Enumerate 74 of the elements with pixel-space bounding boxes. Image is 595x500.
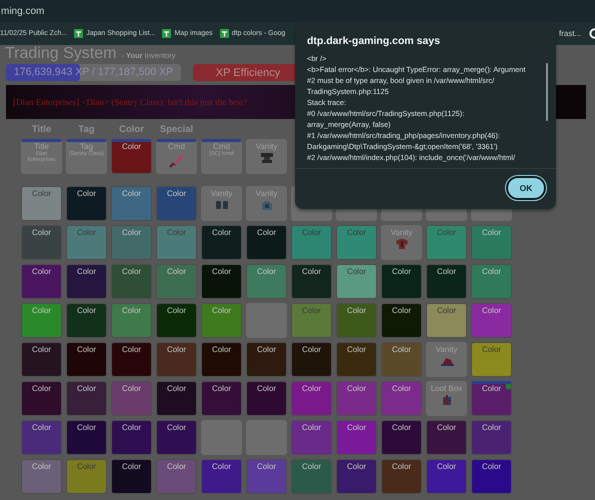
color-tile[interactable]: Color (111, 381, 152, 416)
scrollbar[interactable] (546, 63, 548, 121)
ok-button[interactable]: OK (506, 176, 546, 200)
color-tile[interactable]: Color (336, 420, 377, 455)
color-tile[interactable]: Color (336, 303, 377, 338)
color-tile[interactable]: Color (291, 459, 332, 494)
color-tile[interactable]: Color (336, 459, 377, 494)
color-tile[interactable]: Color (156, 342, 197, 377)
color-tile[interactable]: Color (66, 186, 107, 221)
color-tile[interactable]: Color (21, 459, 62, 494)
color-tile[interactable]: Color (66, 303, 107, 338)
color-tile[interactable]: Color (21, 381, 62, 416)
color-tile[interactable]: Color (381, 264, 422, 299)
color-tile[interactable]: Color (291, 342, 332, 377)
color-tile[interactable]: Color (291, 420, 332, 455)
helmet-icon (260, 199, 274, 212)
color-tile[interactable]: Color (471, 459, 512, 494)
color-tile[interactable]: Color (111, 225, 152, 260)
color-tile[interactable]: Color (156, 303, 197, 338)
armor-icon (394, 238, 408, 250)
color-tile[interactable]: Color (156, 186, 197, 221)
color-tile[interactable]: Color (336, 342, 377, 377)
hat-icon (440, 355, 454, 368)
color-tile[interactable]: Color (111, 459, 152, 494)
boots-icon (214, 199, 228, 212)
color-tile[interactable]: Color (21, 342, 62, 377)
color-tile[interactable]: Color (111, 342, 152, 377)
color-tile[interactable]: Color (426, 264, 467, 299)
color-tile[interactable]: Color (66, 381, 107, 416)
color-tile[interactable]: Color (381, 303, 422, 338)
color-tile[interactable]: Color (471, 420, 512, 455)
color-tile[interactable]: Color (291, 381, 332, 416)
color-tile[interactable]: Color (426, 459, 467, 494)
color-tile[interactable]: Color (111, 420, 152, 455)
color-tile[interactable]: Color (201, 264, 242, 299)
color-tile[interactable]: Color (201, 225, 242, 260)
color-tile[interactable]: Color (246, 225, 287, 260)
color-tile[interactable]: Color (246, 342, 287, 377)
color-tile[interactable]: Color (111, 139, 152, 174)
color-tile[interactable]: Color (201, 381, 242, 416)
color-tile[interactable]: Color (21, 420, 62, 455)
color-tile[interactable]: Color (336, 381, 377, 416)
color-tile[interactable]: Color (246, 459, 287, 494)
color-tile[interactable]: Color (66, 420, 107, 455)
color-tile[interactable]: Color (21, 225, 62, 260)
sword-icon (168, 152, 184, 168)
color-tile[interactable]: Color (426, 303, 467, 338)
color-tile[interactable]: Color (201, 459, 242, 494)
color-tile[interactable]: Color (471, 303, 512, 338)
color-tile[interactable]: Color (381, 420, 422, 455)
color-tile[interactable]: Color (471, 381, 512, 416)
bookmark[interactable]: frast... (559, 29, 582, 38)
color-tile[interactable]: Color (381, 381, 422, 416)
color-tile[interactable]: Color (246, 381, 287, 416)
color-tile[interactable]: Color (291, 264, 332, 299)
anvil-icon (260, 152, 274, 164)
color-tile[interactable]: Color (156, 459, 197, 494)
chat-message: [Dian Enterprises] <Dian> (Sentry Class): Isn't this just the best? (13, 97, 247, 107)
color-tile[interactable]: Color (156, 381, 197, 416)
color-tile[interactable]: Color (336, 264, 377, 299)
color-tile[interactable]: Color (21, 264, 62, 299)
address-bar-text[interactable]: ming.com (1, 6, 44, 16)
xp-reading: 176,639,943 XP / 177,187,500 XP (12, 66, 174, 78)
color-tile[interactable]: Color (111, 186, 152, 221)
color-tile[interactable]: Color (156, 264, 197, 299)
color-tile[interactable]: Color (66, 342, 107, 377)
color-tile[interactable]: Color (426, 420, 467, 455)
color-tile[interactable]: Color (66, 264, 107, 299)
color-tile[interactable]: Color (156, 420, 197, 455)
color-tile[interactable]: Color (201, 342, 242, 377)
color-tile[interactable]: Color (381, 459, 422, 494)
dialog-title: dtp.dark-gaming.com says (307, 35, 442, 47)
color-tile[interactable]: Color (111, 264, 152, 299)
color-tile[interactable]: Color (381, 342, 422, 377)
